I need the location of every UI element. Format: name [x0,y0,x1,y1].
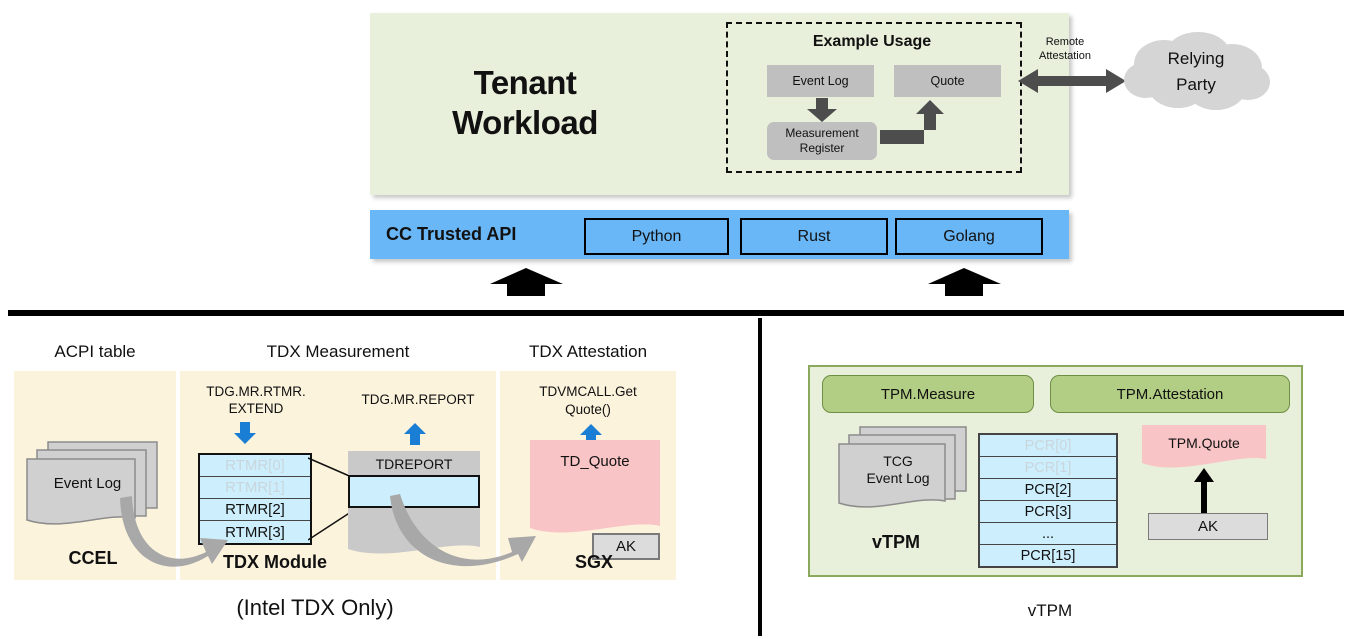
vtpm-ak-box: AK [1148,513,1268,540]
example-quote-box: Quote [894,65,1001,97]
intel-tdx-only-caption: (Intel TDX Only) [236,595,394,620]
example-usage-title: Example Usage [812,33,932,50]
register-to-quote-arrow-icon [880,100,952,148]
cc-trusted-api-title: CC Trusted API [386,224,517,244]
column-title-tdx-attestation: TDX Attestation [528,342,648,361]
column-title-acpi-table: ACPI table [54,342,136,361]
tdx-to-api-up-arrow-icon [490,268,563,296]
remote-attestation-double-arrow-icon [1018,68,1126,94]
pcr-register-stack: PCR[0] PCR[1] PCR[2] PCR[3]... PCR[15] [978,433,1118,568]
tpm-quote-label: TPM.Quote [1168,435,1240,451]
vtpm-to-api-up-arrow-icon [928,268,1001,296]
pcr-row: PCR[15] [1020,548,1076,564]
event-log-to-register-arrow-icon [805,98,839,122]
tdg-mr-report-label: TDG.MR.REPORT [361,391,475,407]
pcr-row: PCR[3] [980,501,1116,523]
vtpm-caption: vTPM [1027,601,1073,620]
tcg-event-log-label: TCG Event Log [866,453,930,486]
tpm-measure-pill[interactable]: TPM.Measure [822,375,1034,413]
tenant-workload-title: Tenant Workload [452,64,598,141]
tdvmcall-getquote-label: TDVMCALL.Get Quote() [539,384,637,417]
ak-to-tpm-quote-arrow-icon [1194,468,1214,516]
column-title-tdx-measurement: TDX Measurement [266,342,410,361]
tdreport-to-sgx-curved-arrow-icon [390,490,550,582]
example-measurement-register-box: Measurement Register [767,122,877,160]
pcr-row: PCR[0] [980,435,1116,457]
api-language-rust[interactable]: Rust [740,218,888,255]
tdg-mr-rtmr-extend-label: TDG.MR.RTMR. EXTEND [206,384,306,416]
sgx-label: SGX [574,551,613,572]
td-quote-label: TD_Quote [560,452,630,470]
pcr-row: PCR[1] [980,457,1116,479]
tpm-attestation-pill[interactable]: TPM.Attestation [1050,375,1290,413]
rtmr-extend-down-arrow-icon [234,422,256,444]
relying-party-label: Relying Party [1167,49,1225,94]
vtpm-label: vTPM [871,531,920,552]
pcr-row: PCR[2] [980,479,1116,501]
ccel-to-rtmr-curved-arrow-icon [120,490,230,582]
horizontal-divider [8,310,1344,316]
pcr-row: ... [980,523,1116,545]
api-language-python[interactable]: Python [584,218,729,255]
mr-report-up-arrow-icon [404,423,426,445]
vertical-divider [758,318,762,636]
example-event-log-box: Event Log [767,65,874,97]
remote-attestation-label: Remote Attestation [1039,36,1091,62]
rtmr-row: RTMR[0] [200,455,310,477]
tdreport-label: TDREPORT [375,456,453,472]
api-language-golang[interactable]: Golang [895,218,1043,255]
